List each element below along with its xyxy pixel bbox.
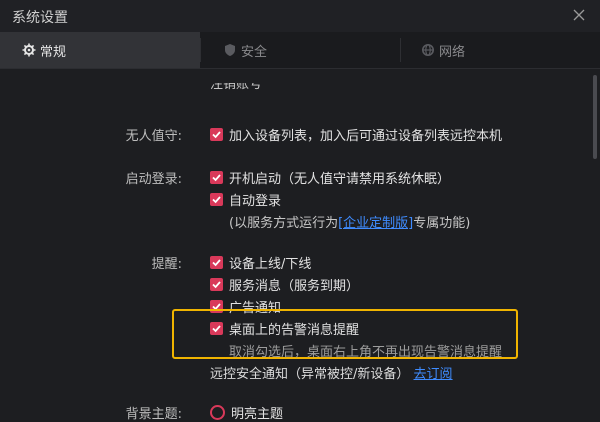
scrollbar-thumb[interactable] [593, 75, 597, 159]
checkbox-checked[interactable] [210, 193, 223, 206]
title-bar: 系统设置 [0, 0, 600, 32]
gear-icon [22, 43, 36, 57]
settings-window: 系统设置 常规 安全 网络 注销账号 无人值守: 加入设备列表，加入后可通过设备… [0, 0, 600, 422]
tab-security[interactable]: 安全 [201, 32, 400, 68]
tab-bar: 常规 安全 网络 [0, 32, 600, 69]
unattended-option-label: 加入设备列表，加入后可通过设备列表远控本机 [229, 129, 503, 144]
unattended-label: 无人值守: [125, 129, 182, 144]
tab-general[interactable]: 常规 [0, 32, 200, 68]
checkbox-checked[interactable] [210, 171, 223, 184]
reminder-online-offline[interactable]: 设备上线/下线 [210, 253, 311, 272]
startup-label: 启动登录: [125, 172, 182, 187]
unattended-option[interactable]: 加入设备列表，加入后可通过设备列表远控本机 [210, 125, 502, 144]
window-title: 系统设置 [12, 10, 68, 26]
startup-option-autologin[interactable]: 自动登录 [210, 190, 281, 209]
close-icon[interactable] [572, 8, 586, 22]
reminders-label: 提醒: [151, 257, 182, 272]
tab-network[interactable]: 网络 [401, 32, 600, 68]
checkbox-checked[interactable] [210, 128, 223, 141]
security-notify-row: 远控安全通知（异常被控/新设备） 去订阅 [210, 367, 453, 382]
desktop-alert-hint: 取消勾选后，桌面右上角不再出现告警消息提醒 [229, 345, 503, 360]
reminder-desktop-alert[interactable]: 桌面上的告警消息提醒 [210, 319, 359, 338]
scrollbar[interactable] [590, 69, 600, 422]
startup-autologin-label: 自动登录 [229, 194, 282, 209]
tab-general-label: 常规 [40, 44, 67, 60]
tab-network-label: 网络 [439, 44, 466, 60]
enterprise-edition-link[interactable]: [企业定制版] [338, 216, 413, 231]
globe-icon [421, 43, 435, 57]
partial-text: 注销账号 [210, 83, 263, 92]
reminder-service-message[interactable]: 服务消息（服务到期） [210, 275, 359, 294]
theme-label: 背景主题: [125, 407, 182, 422]
service-mode-note: (以服务方式运行为[企业定制版]专属功能) [229, 216, 471, 231]
tab-security-label: 安全 [241, 44, 268, 60]
startup-option-boot[interactable]: 开机启动（无人值守请禁用系统休眠） [210, 168, 450, 187]
settings-content: 注销账号 无人值守: 加入设备列表，加入后可通过设备列表远控本机 启动登录: 开… [0, 69, 590, 422]
checkbox-checked[interactable] [210, 278, 223, 291]
startup-boot-label: 开机启动（无人值守请禁用系统休眠） [229, 172, 451, 187]
checkbox-checked[interactable] [210, 322, 223, 335]
radio-button[interactable] [210, 405, 225, 420]
theme-option-light[interactable]: 明亮主题 [210, 403, 283, 422]
shield-icon [223, 43, 237, 57]
subscribe-link[interactable]: 去订阅 [414, 367, 453, 382]
checkbox-checked[interactable] [210, 256, 223, 269]
